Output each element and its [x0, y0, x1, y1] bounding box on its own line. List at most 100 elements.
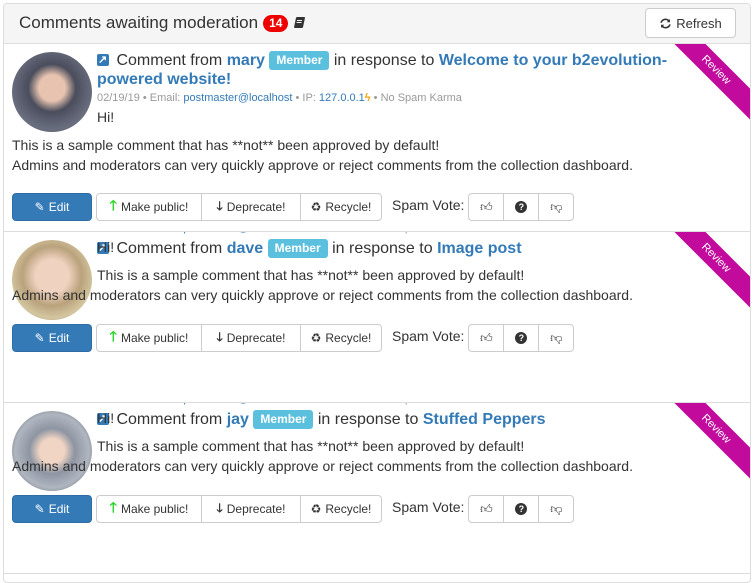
- ip-prefix: IP:: [302, 92, 316, 104]
- comment-actions: ✎ Edit 🡑 Make public! 🡓 Deprecate! ♻ Recycle…: [12, 494, 575, 524]
- status-button-group: 🡑 Make public! 🡓 Deprecate! ♻ Recycle!: [96, 324, 382, 352]
- moderation-panel: Comments awaiting moderation 14 Refresh …: [3, 3, 751, 583]
- author-link[interactable]: jay: [227, 411, 249, 428]
- thumbs-up-icon: 👍︎: [480, 501, 493, 516]
- refresh-icon: [660, 18, 671, 28]
- make-public-button[interactable]: 🡑 Make public!: [96, 193, 202, 221]
- pencil-icon: ✎: [34, 200, 45, 214]
- email-link[interactable]: postmaster@localhost: [183, 232, 292, 234]
- edit-label: Edit: [48, 331, 70, 345]
- comment-title: Comment from jay Member in response to S…: [97, 410, 667, 429]
- status-button-group: 🡑 Make public! 🡓 Deprecate! ♻ Recycle!: [96, 495, 382, 523]
- comment-body: This is a sample comment that has **not*…: [12, 265, 633, 305]
- recycle-icon: ♻: [310, 331, 322, 345]
- ip-prefix: IP:: [302, 232, 315, 234]
- bolt-icon[interactable]: ϟ: [365, 92, 371, 104]
- post-link[interactable]: Stuffed Peppers: [423, 411, 546, 428]
- edit-button[interactable]: ✎ Edit: [12, 495, 92, 523]
- bolt-icon[interactable]: ϟ: [365, 403, 371, 405]
- ribbon-label: Review: [698, 52, 733, 87]
- comment-item: Review Comment from mary Member in respo…: [4, 44, 750, 232]
- comment-line-1: This is a sample comment that has **not*…: [97, 267, 525, 283]
- role-badge: Member: [269, 51, 330, 70]
- make-public-label: Make public!: [120, 200, 189, 214]
- vote-unsure-button[interactable]: ?: [503, 495, 540, 523]
- question-icon: ?: [515, 201, 528, 213]
- comment-from-label: Comment from: [116, 52, 223, 69]
- refresh-button[interactable]: Refresh: [645, 8, 736, 38]
- post-link[interactable]: Image post: [437, 240, 521, 257]
- role-badge: Member: [253, 410, 314, 429]
- deprecate-button[interactable]: 🡓 Deprecate!: [201, 495, 301, 523]
- make-public-button[interactable]: 🡑 Make public!: [96, 495, 202, 523]
- comment-line-2: Admins and moderators can very quickly a…: [12, 287, 633, 303]
- comment-meta: 02/19/19 • Email: postmaster@localhost •…: [97, 232, 462, 234]
- avatar[interactable]: [12, 52, 92, 132]
- comment-line-2: Admins and moderators can very quickly a…: [12, 157, 633, 173]
- comment-greeting: Hi!: [97, 109, 115, 125]
- comment-greeting: Hi!: [97, 410, 115, 426]
- in-response-label: in response to: [332, 240, 433, 257]
- book-icon[interactable]: [294, 17, 305, 29]
- arrow-down-icon: 🡓: [216, 500, 223, 515]
- comment-date: 02/19/19: [97, 92, 140, 104]
- vote-ham-button[interactable]: 👍︎: [468, 324, 505, 352]
- recycle-label: Recycle!: [325, 200, 372, 214]
- arrow-up-icon: 🡑: [109, 499, 117, 515]
- title-text: Comments awaiting moderation: [19, 13, 259, 32]
- ip-link[interactable]: 127.0.0.1: [319, 403, 365, 405]
- vote-spam-button[interactable]: 👎︎: [538, 495, 575, 523]
- recycle-button[interactable]: ♻ Recycle!: [300, 324, 382, 352]
- comment-title: Comment from mary Member in response to …: [97, 51, 667, 89]
- email-link[interactable]: postmaster@localhost: [183, 92, 292, 104]
- external-link-icon[interactable]: [97, 51, 109, 70]
- in-response-label: in response to: [317, 411, 419, 428]
- comment-body: This is a sample comment that has **not*…: [12, 135, 633, 175]
- author-link[interactable]: dave: [227, 240, 263, 257]
- comment-line-1: This is a sample comment that has **not*…: [97, 438, 525, 454]
- spam-vote-group: 👍︎ ? 👎︎: [468, 324, 575, 352]
- make-public-button[interactable]: 🡑 Make public!: [96, 324, 202, 352]
- comment-greeting: Hi!: [97, 239, 115, 255]
- ip-link[interactable]: 127.0.0.1: [319, 92, 365, 104]
- question-icon: ?: [515, 332, 528, 344]
- ip-prefix: IP:: [302, 403, 315, 405]
- recycle-label: Recycle!: [325, 331, 372, 345]
- recycle-button[interactable]: ♻ Recycle!: [300, 193, 382, 221]
- ip-link[interactable]: 127.0.0.1: [319, 232, 365, 234]
- spam-karma: No Spam Karma: [381, 403, 462, 405]
- comment-date: 02/19/19: [97, 403, 140, 405]
- vote-ham-button[interactable]: 👍︎: [468, 495, 505, 523]
- deprecate-button[interactable]: 🡓 Deprecate!: [201, 324, 301, 352]
- comment-from-label: Comment from: [116, 240, 223, 257]
- panel-heading: Comments awaiting moderation 14 Refresh: [4, 4, 750, 44]
- review-ribbon: Review: [658, 232, 750, 316]
- comment-meta: 02/19/19 • Email: postmaster@localhost •…: [97, 403, 462, 405]
- thumbs-up-icon: 👍︎: [480, 199, 493, 214]
- recycle-button[interactable]: ♻ Recycle!: [300, 495, 382, 523]
- thumbs-down-icon: 👎︎: [550, 330, 563, 345]
- vote-unsure-button[interactable]: ?: [503, 193, 540, 221]
- thumbs-down-icon: 👎︎: [550, 199, 563, 214]
- spam-vote-label: Spam Vote:: [392, 328, 465, 344]
- bolt-icon[interactable]: ϟ: [365, 232, 371, 234]
- email-link[interactable]: postmaster@localhost: [183, 403, 292, 405]
- recycle-icon: ♻: [310, 502, 322, 516]
- email-prefix: Email:: [149, 92, 181, 104]
- comment-body: This is a sample comment that has **not*…: [12, 436, 633, 476]
- edit-button[interactable]: ✎ Edit: [12, 324, 92, 352]
- review-ribbon: Review: [658, 403, 750, 487]
- vote-ham-button[interactable]: 👍︎: [468, 193, 505, 221]
- pencil-icon: ✎: [34, 331, 45, 345]
- in-response-label: in response to: [333, 52, 435, 69]
- panel-title: Comments awaiting moderation 14: [19, 13, 305, 33]
- email-prefix: Email:: [150, 403, 181, 405]
- spam-karma: No Spam Karma: [380, 92, 462, 104]
- vote-unsure-button[interactable]: ?: [503, 324, 540, 352]
- recycle-label: Recycle!: [325, 502, 372, 516]
- vote-spam-button[interactable]: 👎︎: [538, 193, 575, 221]
- vote-spam-button[interactable]: 👎︎: [538, 324, 575, 352]
- deprecate-button[interactable]: 🡓 Deprecate!: [201, 193, 301, 221]
- edit-button[interactable]: ✎ Edit: [12, 193, 92, 221]
- author-link[interactable]: mary: [227, 52, 265, 69]
